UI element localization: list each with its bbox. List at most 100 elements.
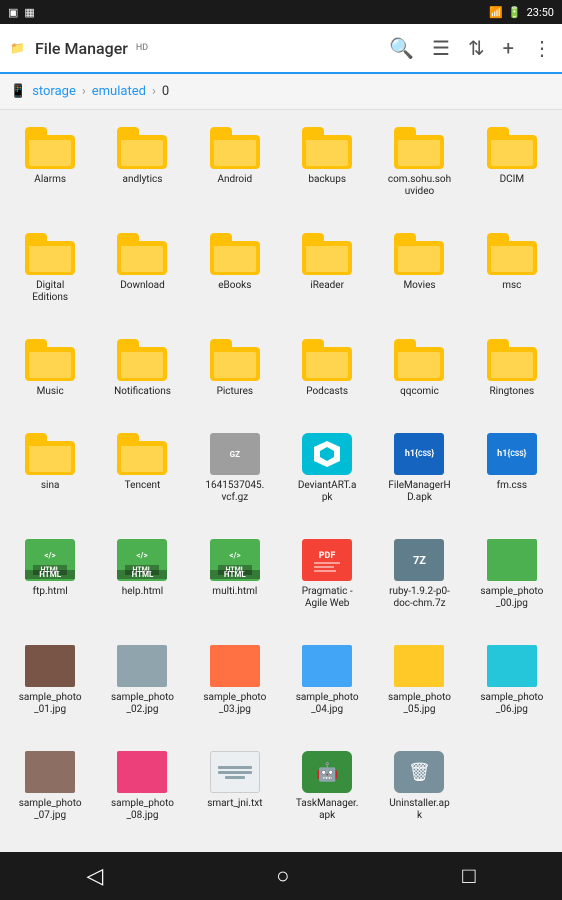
file-icon-36 bbox=[22, 748, 78, 796]
bottom-nav: ◁ ○ □ bbox=[0, 852, 562, 900]
file-label-34: sample_photo _05.jpg bbox=[388, 692, 451, 716]
file-icon-6 bbox=[22, 230, 78, 278]
sort-icon[interactable]: ⇅ bbox=[468, 36, 485, 60]
search-icon[interactable]: 🔍 bbox=[389, 36, 414, 60]
file-icon-34 bbox=[391, 642, 447, 690]
file-item-2[interactable]: Android bbox=[189, 118, 281, 220]
file-label-21: DeviantART.a pk bbox=[298, 480, 357, 504]
file-item-5[interactable]: DCIM bbox=[466, 118, 558, 220]
back-button[interactable]: ◁ bbox=[66, 856, 123, 897]
breadcrumb-emulated[interactable]: emulated bbox=[92, 84, 146, 99]
more-icon[interactable]: ⋮ bbox=[532, 36, 552, 60]
file-icon-12 bbox=[22, 336, 78, 384]
status-right-icons: 📶 🔋 23:50 bbox=[489, 6, 554, 19]
file-item-18[interactable]: sina bbox=[4, 424, 96, 526]
file-icon-26: </> HTML bbox=[207, 536, 263, 584]
file-item-28[interactable]: 7Zruby-1.9.2-p0- doc-chm.7z bbox=[373, 530, 465, 632]
recent-button[interactable]: □ bbox=[442, 855, 495, 897]
file-grid: Alarms andlytics Android backups com.soh… bbox=[0, 110, 562, 852]
file-icon-8 bbox=[207, 230, 263, 278]
file-item-34[interactable]: sample_photo _05.jpg bbox=[373, 636, 465, 738]
file-icon-23: h1{CSS} bbox=[484, 430, 540, 478]
file-icon-20: GZ bbox=[207, 430, 263, 478]
breadcrumb-storage[interactable]: storage bbox=[32, 84, 76, 99]
file-icon-1 bbox=[114, 124, 170, 172]
file-icon-38 bbox=[207, 748, 263, 796]
file-item-16[interactable]: qqcomic bbox=[373, 330, 465, 420]
file-label-5: DCIM bbox=[500, 174, 525, 186]
file-item-1[interactable]: andlytics bbox=[96, 118, 188, 220]
file-label-17: Ringtones bbox=[490, 386, 535, 398]
file-label-36: sample_photo _07.jpg bbox=[19, 798, 82, 822]
breadcrumb-0[interactable]: 0 bbox=[162, 84, 169, 99]
file-icon-18 bbox=[22, 430, 78, 478]
file-item-27[interactable]: PDF Pragmatic - Agile Web bbox=[281, 530, 373, 632]
file-item-36[interactable]: sample_photo _07.jpg bbox=[4, 742, 96, 844]
battery-icon: 🔋 bbox=[508, 6, 522, 19]
file-item-15[interactable]: Podcasts bbox=[281, 330, 373, 420]
file-icon-16 bbox=[391, 336, 447, 384]
breadcrumb: 📱 storage › emulated › 0 bbox=[0, 74, 562, 110]
file-label-38: smart_jni.txt bbox=[207, 798, 262, 810]
file-item-9[interactable]: iReader bbox=[281, 224, 373, 326]
file-icon-28: 7Z bbox=[391, 536, 447, 584]
file-icon-7 bbox=[114, 230, 170, 278]
svg-text:</>: </> bbox=[137, 551, 148, 560]
file-item-10[interactable]: Movies bbox=[373, 224, 465, 326]
file-item-23[interactable]: h1{CSS}fm.css bbox=[466, 424, 558, 526]
file-item-32[interactable]: sample_photo _03.jpg bbox=[189, 636, 281, 738]
file-item-39[interactable]: 🤖TaskManager. apk bbox=[281, 742, 373, 844]
file-label-19: Tencent bbox=[125, 480, 161, 492]
file-item-3[interactable]: backups bbox=[281, 118, 373, 220]
file-icon-22: h1{CSS} bbox=[391, 430, 447, 478]
file-item-12[interactable]: Music bbox=[4, 330, 96, 420]
file-item-17[interactable]: Ringtones bbox=[466, 330, 558, 420]
file-label-22: FileManagerH D.apk bbox=[388, 480, 450, 504]
svg-text:HTML: HTML bbox=[133, 566, 152, 574]
file-item-7[interactable]: Download bbox=[96, 224, 188, 326]
file-icon-15 bbox=[299, 336, 355, 384]
file-label-9: iReader bbox=[310, 280, 344, 292]
file-item-4[interactable]: com.sohu.soh uvideo bbox=[373, 118, 465, 220]
file-item-8[interactable]: eBooks bbox=[189, 224, 281, 326]
file-label-10: Movies bbox=[403, 280, 435, 292]
file-item-6[interactable]: Digital Editions bbox=[4, 224, 96, 326]
file-item-31[interactable]: sample_photo _02.jpg bbox=[96, 636, 188, 738]
home-button[interactable]: ○ bbox=[256, 855, 309, 897]
file-icon-21 bbox=[299, 430, 355, 478]
file-icon-3 bbox=[299, 124, 355, 172]
file-label-15: Podcasts bbox=[306, 386, 348, 398]
file-item-20[interactable]: GZ1641537045. vcf.gz bbox=[189, 424, 281, 526]
file-item-0[interactable]: Alarms bbox=[4, 118, 96, 220]
file-item-26[interactable]: </> HTML multi.html bbox=[189, 530, 281, 632]
file-item-35[interactable]: sample_photo _06.jpg bbox=[466, 636, 558, 738]
file-label-3: backups bbox=[308, 174, 346, 186]
file-item-14[interactable]: Pictures bbox=[189, 330, 281, 420]
file-item-22[interactable]: h1{CSS}FileManagerH D.apk bbox=[373, 424, 465, 526]
file-icon-27: PDF bbox=[299, 536, 355, 584]
file-item-29[interactable]: sample_photo _00.jpg bbox=[466, 530, 558, 632]
file-item-37[interactable]: sample_photo _08.jpg bbox=[96, 742, 188, 844]
list-view-icon[interactable]: ☰ bbox=[432, 36, 450, 60]
file-icon-25: </> HTML bbox=[114, 536, 170, 584]
file-item-11[interactable]: msc bbox=[466, 224, 558, 326]
file-item-30[interactable]: sample_photo _01.jpg bbox=[4, 636, 96, 738]
file-label-26: multi.html bbox=[212, 586, 257, 598]
add-icon[interactable]: + bbox=[503, 36, 514, 60]
file-label-20: 1641537045. vcf.gz bbox=[205, 480, 264, 504]
file-item-21[interactable]: DeviantART.a pk bbox=[281, 424, 373, 526]
wifi-icon: 📶 bbox=[489, 6, 503, 19]
file-icon-4 bbox=[391, 124, 447, 172]
file-label-13: Notifications bbox=[114, 386, 171, 398]
file-item-13[interactable]: Notifications bbox=[96, 330, 188, 420]
file-icon-31 bbox=[114, 642, 170, 690]
file-item-33[interactable]: sample_photo _04.jpg bbox=[281, 636, 373, 738]
file-item-24[interactable]: </> HTMLftp.html bbox=[4, 530, 96, 632]
file-item-19[interactable]: Tencent bbox=[96, 424, 188, 526]
file-item-40[interactable]: 🗑Uninstaller.ap k bbox=[373, 742, 465, 844]
file-item-25[interactable]: </> HTMLhelp.html bbox=[96, 530, 188, 632]
file-icon-37 bbox=[114, 748, 170, 796]
file-label-11: msc bbox=[502, 280, 521, 292]
file-item-38[interactable]: smart_jni.txt bbox=[189, 742, 281, 844]
clock: 23:50 bbox=[527, 6, 554, 19]
